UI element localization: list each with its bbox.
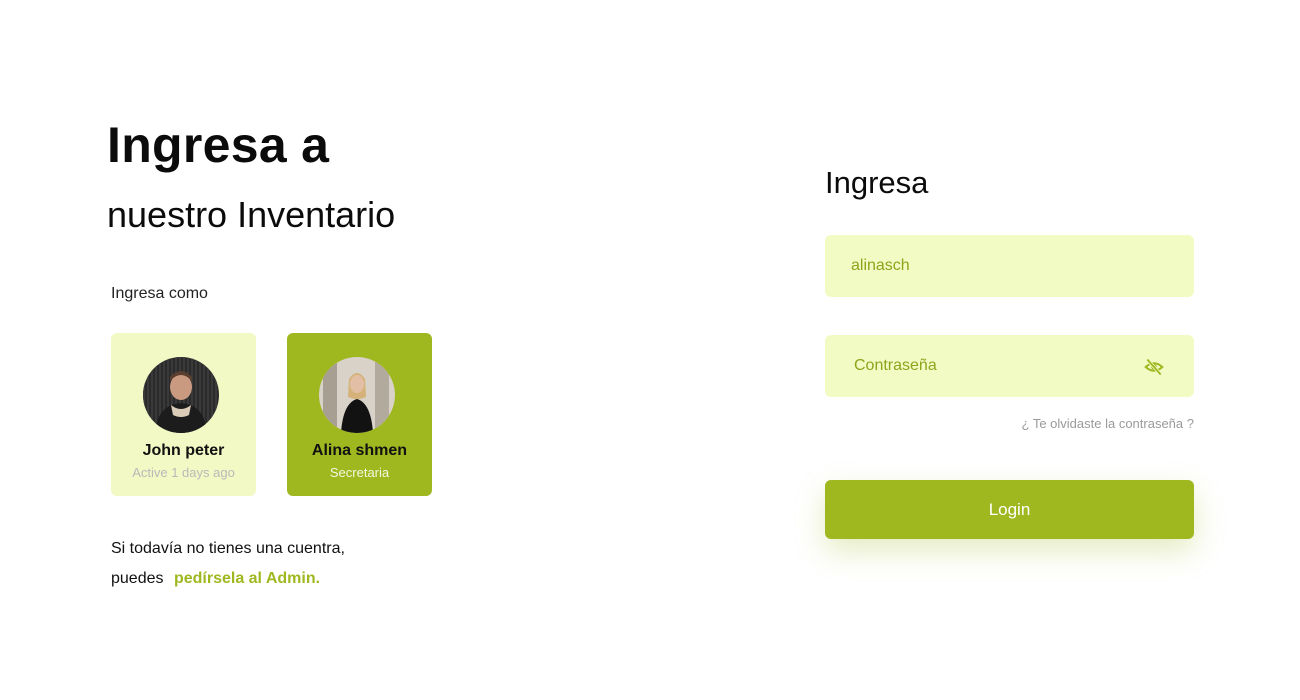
signup-text-line2: puedes pedírsela al Admin. [111,570,320,588]
signup-prefix: puedes [111,570,164,587]
avatar-photo-icon [143,357,219,433]
login-button[interactable]: Login [825,480,1194,539]
avatar [143,357,219,433]
password-input[interactable] [825,335,1194,397]
user-name: Alina shmen [311,442,408,459]
login-as-label: Ingresa como [111,285,208,302]
avatar [319,357,395,433]
password-field [825,335,1194,397]
page-subtitle: nuestro Inventario [107,194,396,235]
page-title: Ingresa a [107,117,330,173]
user-status: Active 1 days ago [132,465,235,480]
login-page: Ingresa a nuestro Inventario Ingresa com… [0,0,1300,700]
signup-text: Si todavía no tienes una cuentra, [111,540,345,557]
avatar-photo-icon [319,357,395,433]
eye-off-icon[interactable] [1144,357,1164,377]
username-input[interactable] [825,235,1194,297]
user-card-alina[interactable]: Alina shmen Secretaria [287,333,432,496]
ask-admin-link[interactable]: pedírsela al Admin. [174,570,320,587]
user-status: Secretaria [329,465,390,480]
user-name: John peter [142,442,225,459]
user-card-john[interactable]: John peter Active 1 days ago [111,333,256,496]
username-field [825,235,1194,297]
form-title: Ingresa [825,165,929,200]
forgot-password-link[interactable]: ¿ Te olvidaste la contraseña ? [1022,416,1194,431]
